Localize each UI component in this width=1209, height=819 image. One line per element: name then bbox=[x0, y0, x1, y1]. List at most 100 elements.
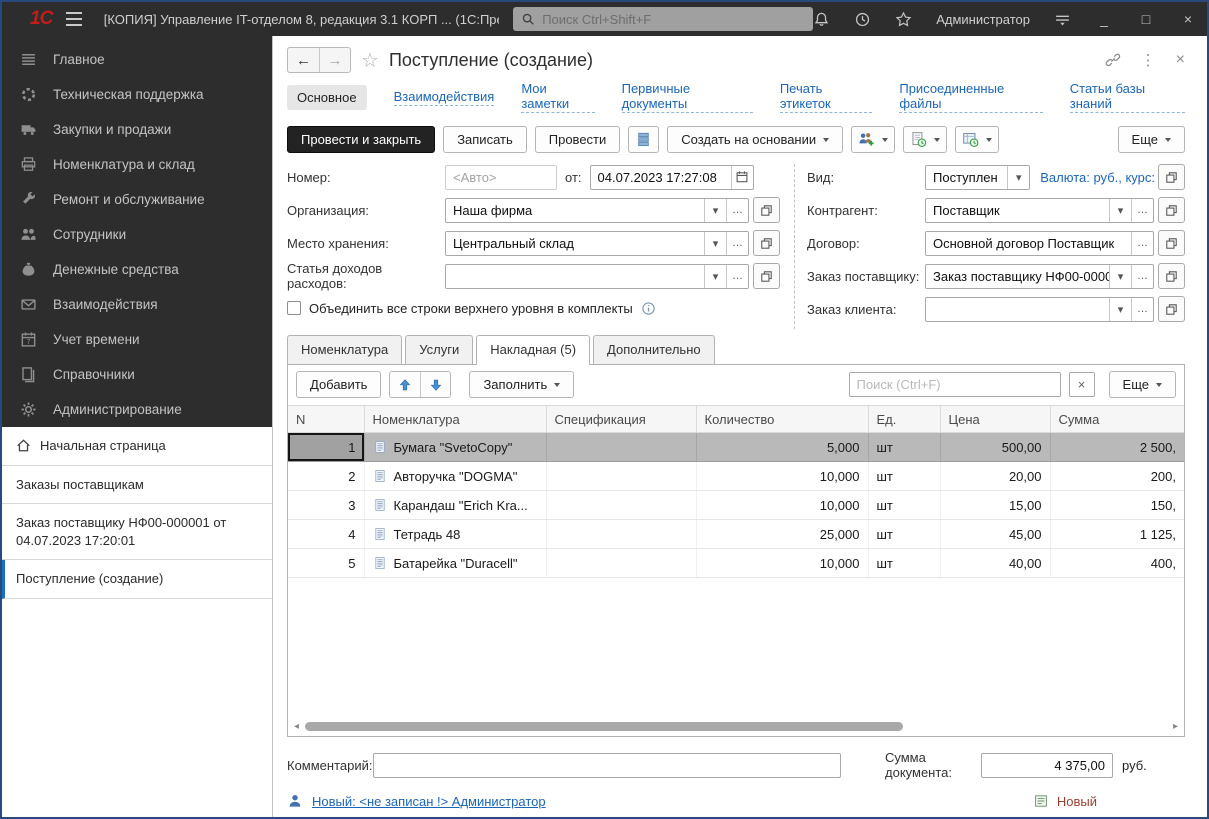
move-row-up-button[interactable] bbox=[390, 372, 421, 397]
choose-icon[interactable]: … bbox=[726, 264, 748, 288]
tab-interactions[interactable]: Взаимодействия bbox=[393, 89, 495, 106]
calendar-picker-icon[interactable] bbox=[730, 165, 753, 189]
add-to-favorites-star-icon[interactable]: ☆ bbox=[361, 48, 379, 73]
history-icon[interactable] bbox=[854, 11, 871, 28]
create-interaction-button[interactable] bbox=[851, 126, 896, 153]
col-unit[interactable]: Ед. bbox=[868, 405, 941, 433]
more-button[interactable]: Еще bbox=[1117, 126, 1185, 153]
scrollbar-thumb[interactable] bbox=[305, 722, 903, 731]
col-sum[interactable]: Сумма bbox=[1050, 405, 1184, 433]
back-button[interactable]: ← bbox=[288, 48, 319, 72]
fill-button[interactable]: Заполнить bbox=[469, 371, 575, 398]
contract-field[interactable]: Основной договор Поставщик … bbox=[925, 230, 1154, 256]
save-button[interactable]: Записать bbox=[443, 126, 527, 153]
col-n[interactable]: N bbox=[288, 405, 365, 433]
tab-additional[interactable]: Дополнительно bbox=[593, 335, 715, 364]
table-row[interactable]: 1 Бумага "SvetoCopy" 5,000 шт 500,00 2 5… bbox=[288, 432, 1184, 462]
get-link-icon[interactable] bbox=[1105, 52, 1121, 68]
open-supplier-order-button[interactable] bbox=[1158, 263, 1185, 289]
window-item-supplier-order-doc[interactable]: Заказ поставщику НФ00-000001 от 04.07.20… bbox=[2, 504, 272, 561]
favorites-star-icon[interactable] bbox=[895, 11, 912, 28]
sidebar-item-purchases-sales[interactable]: Закупки и продажи bbox=[2, 112, 272, 147]
table-row[interactable]: 4 Тетрадь 48 25,000 шт 45,00 1 125, bbox=[288, 519, 1184, 549]
col-nomenclature[interactable]: Номенклатура bbox=[364, 405, 547, 433]
dropdown-icon[interactable]: ▾ bbox=[1109, 264, 1131, 288]
info-icon[interactable] bbox=[641, 301, 656, 316]
date-field[interactable] bbox=[589, 164, 754, 190]
sidebar-item-employees[interactable]: Сотрудники bbox=[2, 217, 272, 252]
merge-rows-checkbox[interactable] bbox=[287, 301, 301, 315]
client-order-field[interactable]: ▾ … bbox=[925, 296, 1154, 322]
col-price[interactable]: Цена bbox=[940, 405, 1051, 433]
scroll-left-icon[interactable]: ◂ bbox=[290, 719, 303, 734]
sidebar-item-repair-service[interactable]: Ремонт и обслуживание bbox=[2, 182, 272, 217]
dropdown-icon[interactable]: ▾ bbox=[1109, 198, 1131, 222]
open-storage-button[interactable] bbox=[753, 230, 780, 256]
number-field[interactable] bbox=[445, 164, 557, 190]
create-based-on-button[interactable]: Создать на основании bbox=[667, 126, 844, 153]
comment-field[interactable] bbox=[373, 752, 841, 778]
current-user[interactable]: Администратор bbox=[936, 12, 1030, 27]
post-and-close-button[interactable]: Провести и закрыть bbox=[287, 126, 436, 153]
related-events-button[interactable] bbox=[955, 126, 1000, 153]
dropdown-icon[interactable]: ▾ bbox=[704, 231, 726, 255]
minimize-button[interactable]: _ bbox=[1095, 11, 1113, 27]
notifications-bell-icon[interactable] bbox=[813, 11, 830, 28]
open-organization-button[interactable] bbox=[753, 197, 780, 223]
tab-main[interactable]: Основное bbox=[287, 84, 367, 110]
window-item-receipt-new[interactable]: Поступление (создание) bbox=[2, 560, 272, 599]
sidebar-item-interactions[interactable]: Взаимодействия bbox=[2, 287, 272, 322]
open-client-order-button[interactable] bbox=[1158, 296, 1185, 322]
maximize-button[interactable]: □ bbox=[1137, 11, 1155, 27]
tab-invoice[interactable]: Накладная (5) bbox=[476, 335, 591, 365]
organization-field[interactable]: Наша фирма ▾ … bbox=[445, 197, 749, 223]
more-commands-icon[interactable]: ⋮ bbox=[1141, 51, 1156, 69]
forward-button[interactable]: → bbox=[319, 48, 350, 72]
clear-search-button[interactable]: × bbox=[1068, 372, 1095, 397]
dropdown-icon[interactable]: ▾ bbox=[1007, 165, 1029, 189]
choose-icon[interactable]: … bbox=[1131, 231, 1153, 255]
main-menu-icon[interactable] bbox=[66, 12, 82, 26]
document-total-field[interactable]: 4 375,00 bbox=[981, 752, 1113, 778]
col-quantity[interactable]: Количество bbox=[696, 405, 869, 433]
tab-label-printing[interactable]: Печать этикеток bbox=[779, 81, 873, 113]
move-row-down-button[interactable] bbox=[420, 372, 451, 397]
storage-field[interactable]: Центральный склад ▾ … bbox=[445, 230, 749, 256]
dropdown-icon[interactable]: ▾ bbox=[1109, 297, 1131, 321]
tab-nomenclature[interactable]: Номенклатура bbox=[287, 335, 403, 364]
window-item-home[interactable]: Начальная страница bbox=[2, 427, 272, 466]
sidebar-item-money[interactable]: Денежные средства bbox=[2, 252, 272, 287]
table-row[interactable]: 3 Карандаш "Erich Kra... 10,000 шт 15,00… bbox=[288, 490, 1184, 520]
add-row-button[interactable]: Добавить bbox=[296, 371, 382, 398]
tab-primary-documents[interactable]: Первичные документы bbox=[621, 81, 753, 113]
table-row[interactable]: 5 Батарейка "Duracell" 10,000 шт 40,00 4… bbox=[288, 548, 1184, 578]
open-currency-button[interactable] bbox=[1158, 164, 1185, 190]
dropdown-icon[interactable]: ▾ bbox=[704, 264, 726, 288]
open-contractor-button[interactable] bbox=[1158, 197, 1185, 223]
col-specification[interactable]: Спецификация bbox=[546, 405, 697, 433]
sidebar-item-main[interactable]: Главное bbox=[2, 42, 272, 77]
window-item-supplier-orders[interactable]: Заказы поставщикам bbox=[2, 466, 272, 505]
open-contract-button[interactable] bbox=[1158, 230, 1185, 256]
close-window-button[interactable]: × bbox=[1179, 11, 1197, 27]
tab-my-notes[interactable]: Мои заметки bbox=[521, 81, 595, 113]
income-expense-field[interactable]: ▾ … bbox=[445, 263, 749, 289]
choose-icon[interactable]: … bbox=[1131, 264, 1153, 288]
table-row[interactable]: 2 Авторучка "DOGMA" 10,000 шт 20,00 200, bbox=[288, 461, 1184, 491]
create-reminder-button[interactable] bbox=[903, 126, 948, 153]
horizontal-scrollbar[interactable]: ◂ ▸ bbox=[290, 719, 1182, 734]
currency-link[interactable]: Валюта: руб., курс:... bbox=[1040, 170, 1154, 185]
table-more-button[interactable]: Еще bbox=[1108, 371, 1176, 398]
sidebar-item-time-tracking[interactable]: Учет времени bbox=[2, 322, 272, 357]
tab-knowledge-base[interactable]: Статьи базы знаний bbox=[1069, 81, 1186, 113]
scrollbar-track[interactable] bbox=[303, 720, 1169, 733]
show-registers-button[interactable] bbox=[628, 126, 660, 153]
supplier-order-field[interactable]: Заказ поставщику НФ00-000001 о ▾ … bbox=[925, 263, 1154, 289]
post-button[interactable]: Провести bbox=[534, 126, 621, 153]
sidebar-item-nomenclature-warehouse[interactable]: Номенклатура и склад bbox=[2, 147, 272, 182]
document-state-link[interactable]: Новый: <не записан !> Администратор bbox=[312, 794, 546, 809]
choose-icon[interactable]: … bbox=[1131, 297, 1153, 321]
sidebar-item-directories[interactable]: Справочники bbox=[2, 357, 272, 392]
sidebar-item-support[interactable]: Техническая поддержка bbox=[2, 77, 272, 112]
dropdown-icon[interactable]: ▾ bbox=[704, 198, 726, 222]
